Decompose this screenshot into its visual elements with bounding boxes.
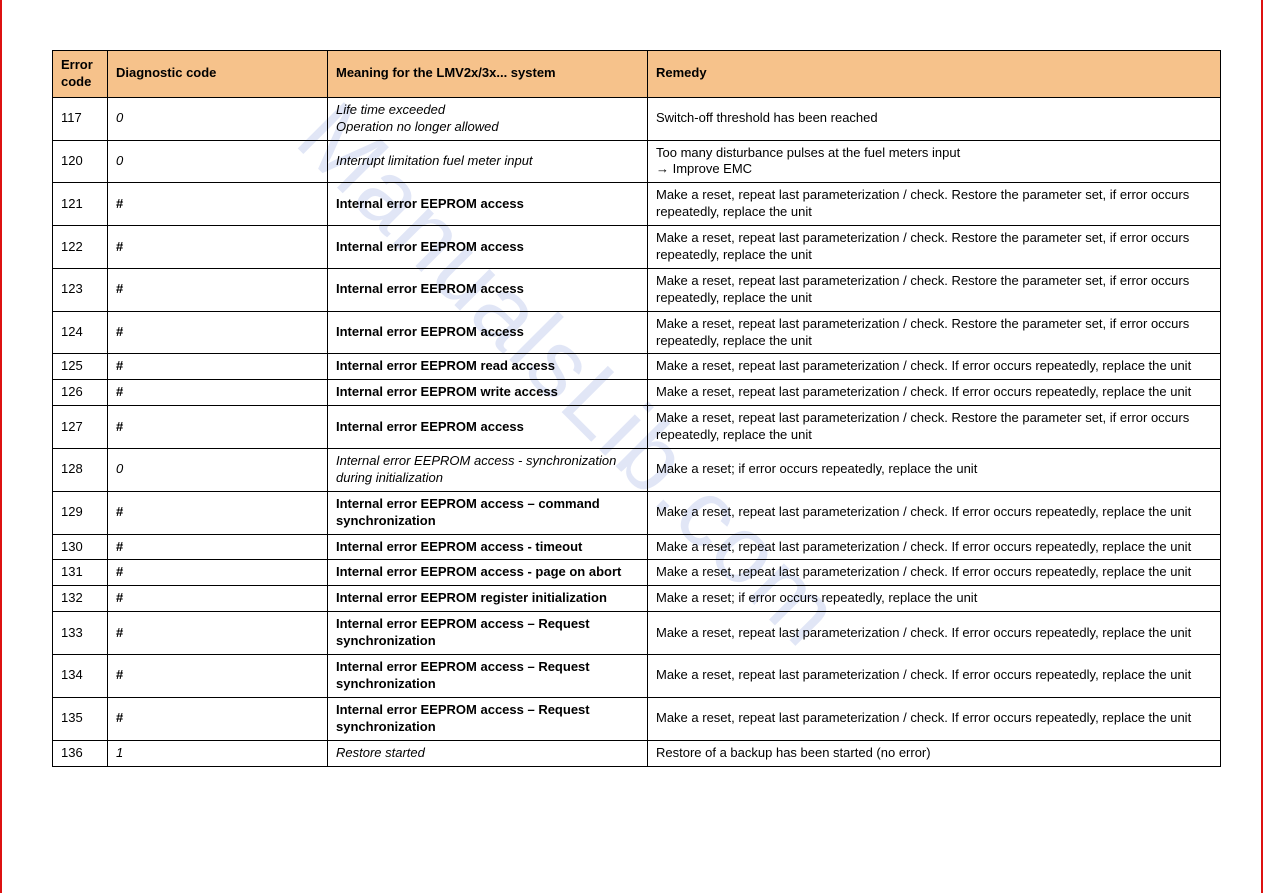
cell-error-code: 136 xyxy=(53,740,108,766)
table-row: 130#Internal error EEPROM access - timeo… xyxy=(53,534,1221,560)
cell-diagnostic-code: # xyxy=(108,560,328,586)
cell-remedy: Switch-off threshold has been reached xyxy=(648,97,1221,140)
cell-remedy: Make a reset, repeat last parameterizati… xyxy=(648,406,1221,449)
cell-meaning: Internal error EEPROM access xyxy=(328,311,648,354)
cell-remedy: Make a reset, repeat last parameterizati… xyxy=(648,697,1221,740)
cell-remedy: Make a reset, repeat last parameterizati… xyxy=(648,491,1221,534)
cell-remedy: Make a reset, repeat last parameterizati… xyxy=(648,268,1221,311)
cell-diagnostic-code: # xyxy=(108,655,328,698)
cell-meaning: Internal error EEPROM access xyxy=(328,406,648,449)
error-code-table: Error code Diagnostic code Meaning for t… xyxy=(52,50,1221,767)
cell-diagnostic-code: # xyxy=(108,406,328,449)
cell-diagnostic-code: # xyxy=(108,354,328,380)
table-row: 131#Internal error EEPROM access - page … xyxy=(53,560,1221,586)
table-row: 126#Internal error EEPROM write accessMa… xyxy=(53,380,1221,406)
table-row: 1200Interrupt limitation fuel meter inpu… xyxy=(53,140,1221,183)
cell-diagnostic-code: 0 xyxy=(108,97,328,140)
cell-diagnostic-code: # xyxy=(108,534,328,560)
cell-meaning: Internal error EEPROM access - timeout xyxy=(328,534,648,560)
cell-error-code: 125 xyxy=(53,354,108,380)
cell-error-code: 129 xyxy=(53,491,108,534)
table-row: 133#Internal error EEPROM access – Reque… xyxy=(53,612,1221,655)
table-row: 125#Internal error EEPROM read accessMak… xyxy=(53,354,1221,380)
header-meaning: Meaning for the LMV2x/3x... system xyxy=(328,51,648,98)
cell-meaning: Internal error EEPROM write access xyxy=(328,380,648,406)
cell-meaning: Internal error EEPROM access - synchroni… xyxy=(328,449,648,492)
cell-diagnostic-code: # xyxy=(108,491,328,534)
cell-diagnostic-code: # xyxy=(108,586,328,612)
cell-error-code: 121 xyxy=(53,183,108,226)
cell-error-code: 117 xyxy=(53,97,108,140)
cell-meaning: Internal error EEPROM access – command s… xyxy=(328,491,648,534)
cell-error-code: 120 xyxy=(53,140,108,183)
cell-error-code: 126 xyxy=(53,380,108,406)
cell-remedy: Make a reset, repeat last parameterizati… xyxy=(648,183,1221,226)
cell-meaning: Internal error EEPROM access xyxy=(328,183,648,226)
table-row: 1361Restore startedRestore of a backup h… xyxy=(53,740,1221,766)
cell-remedy: Make a reset, repeat last parameterizati… xyxy=(648,655,1221,698)
cell-meaning: Restore started xyxy=(328,740,648,766)
table-row: 129#Internal error EEPROM access – comma… xyxy=(53,491,1221,534)
cell-diagnostic-code: # xyxy=(108,612,328,655)
cell-remedy: Make a reset, repeat last parameterizati… xyxy=(648,380,1221,406)
table-body: 1170Life time exceededOperation no longe… xyxy=(53,97,1221,766)
table-row: 124#Internal error EEPROM accessMake a r… xyxy=(53,311,1221,354)
cell-meaning: Internal error EEPROM access - page on a… xyxy=(328,560,648,586)
table-row: 1170Life time exceededOperation no longe… xyxy=(53,97,1221,140)
cell-error-code: 133 xyxy=(53,612,108,655)
cell-diagnostic-code: # xyxy=(108,311,328,354)
table-header-row: Error code Diagnostic code Meaning for t… xyxy=(53,51,1221,98)
table-row: 121#Internal error EEPROM accessMake a r… xyxy=(53,183,1221,226)
cell-remedy: Restore of a backup has been started (no… xyxy=(648,740,1221,766)
cell-meaning: Life time exceededOperation no longer al… xyxy=(328,97,648,140)
cell-error-code: 134 xyxy=(53,655,108,698)
cell-remedy: Make a reset, repeat last parameterizati… xyxy=(648,612,1221,655)
table-row: 135#Internal error EEPROM access – Reque… xyxy=(53,697,1221,740)
cell-diagnostic-code: 0 xyxy=(108,140,328,183)
cell-diagnostic-code: # xyxy=(108,226,328,269)
cell-meaning: Internal error EEPROM access xyxy=(328,226,648,269)
cell-error-code: 127 xyxy=(53,406,108,449)
cell-meaning: Internal error EEPROM access – Request s… xyxy=(328,697,648,740)
cell-remedy: Make a reset, repeat last parameterizati… xyxy=(648,354,1221,380)
cell-remedy: Make a reset, repeat last parameterizati… xyxy=(648,534,1221,560)
table-row: 1280Internal error EEPROM access - synch… xyxy=(53,449,1221,492)
table-row: 123#Internal error EEPROM accessMake a r… xyxy=(53,268,1221,311)
cell-meaning: Internal error EEPROM access – Request s… xyxy=(328,655,648,698)
cell-remedy: Make a reset, repeat last parameterizati… xyxy=(648,226,1221,269)
cell-remedy: Make a reset, repeat last parameterizati… xyxy=(648,560,1221,586)
cell-error-code: 122 xyxy=(53,226,108,269)
cell-meaning: Interrupt limitation fuel meter input xyxy=(328,140,648,183)
cell-remedy: Too many disturbance pulses at the fuel … xyxy=(648,140,1221,183)
table-row: 134#Internal error EEPROM access – Reque… xyxy=(53,655,1221,698)
cell-diagnostic-code: 1 xyxy=(108,740,328,766)
table-row: 122#Internal error EEPROM accessMake a r… xyxy=(53,226,1221,269)
cell-diagnostic-code: # xyxy=(108,268,328,311)
cell-diagnostic-code: # xyxy=(108,183,328,226)
cell-error-code: 128 xyxy=(53,449,108,492)
cell-meaning: Internal error EEPROM access – Request s… xyxy=(328,612,648,655)
table-row: 132#Internal error EEPROM register initi… xyxy=(53,586,1221,612)
cell-remedy: Make a reset; if error occurs repeatedly… xyxy=(648,586,1221,612)
table-row: 127#Internal error EEPROM accessMake a r… xyxy=(53,406,1221,449)
cell-remedy: Make a reset, repeat last parameterizati… xyxy=(648,311,1221,354)
cell-error-code: 132 xyxy=(53,586,108,612)
cell-diagnostic-code: # xyxy=(108,380,328,406)
cell-error-code: 123 xyxy=(53,268,108,311)
cell-meaning: Internal error EEPROM read access xyxy=(328,354,648,380)
cell-remedy: Make a reset; if error occurs repeatedly… xyxy=(648,449,1221,492)
header-diagnostic-code: Diagnostic code xyxy=(108,51,328,98)
header-error-code: Error code xyxy=(53,51,108,98)
cell-diagnostic-code: 0 xyxy=(108,449,328,492)
cell-error-code: 135 xyxy=(53,697,108,740)
header-remedy: Remedy xyxy=(648,51,1221,98)
cell-meaning: Internal error EEPROM register initializ… xyxy=(328,586,648,612)
document-page: ManualsLib.com Error code Diagnostic cod… xyxy=(0,0,1263,893)
cell-error-code: 130 xyxy=(53,534,108,560)
cell-error-code: 131 xyxy=(53,560,108,586)
cell-error-code: 124 xyxy=(53,311,108,354)
cell-meaning: Internal error EEPROM access xyxy=(328,268,648,311)
cell-diagnostic-code: # xyxy=(108,697,328,740)
